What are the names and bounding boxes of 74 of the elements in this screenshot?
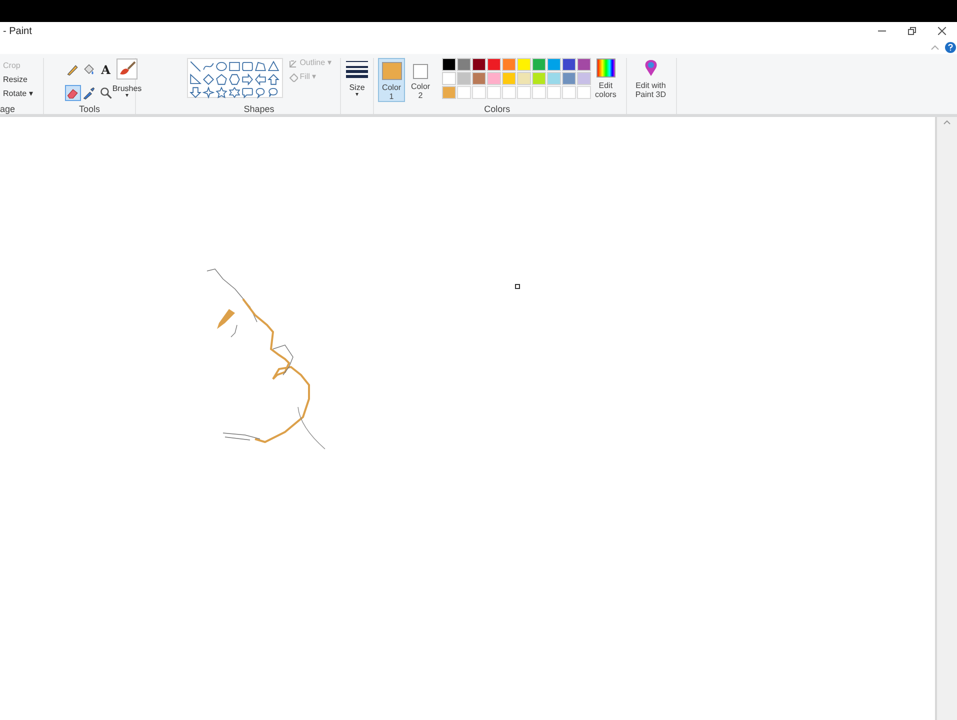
group-label: Colors [484,104,510,114]
close-icon [938,27,946,35]
color-slot[interactable]: Color 2 [407,58,434,102]
collapse-ribbon-icon[interactable] [931,44,939,50]
edit-colors-button[interactable]: Edit colors [595,58,616,99]
shape-icon[interactable] [240,60,254,73]
color-swatch[interactable] [547,58,561,71]
help-icon[interactable] [945,42,956,52]
brush-icon [116,58,138,80]
color-swatch[interactable] [472,72,486,85]
color-swatch[interactable] [442,72,456,85]
image-command[interactable]: Rotate ▾ [0,88,43,99]
color-swatch[interactable] [487,58,501,71]
shape-icon[interactable] [266,60,280,73]
paint-3d-button[interactable]: Edit with Paint 3D [635,58,666,99]
color-swatch[interactable] [577,72,591,85]
color-swatch[interactable] [562,58,576,71]
cursor-icon [515,284,520,289]
shape-icon[interactable] [202,73,215,86]
color-swatch[interactable] [517,72,531,85]
color-swatch[interactable] [442,58,456,71]
eraser-tool[interactable] [64,85,80,101]
minimize-icon [878,30,886,32]
shape-icon[interactable] [228,86,241,99]
shape-icon[interactable] [240,86,254,99]
color-swatch[interactable] [547,72,561,85]
group-label: Shapes [244,104,274,114]
picker-tool[interactable] [81,85,98,101]
shape-icon[interactable] [214,60,228,73]
text-tool[interactable]: A [98,62,114,78]
window-title: - Paint [3,24,33,38]
shape-icon[interactable] [214,73,228,86]
color-swatch[interactable] [502,72,516,85]
color-spectrum-icon [596,58,616,78]
color-swatch[interactable] [532,72,546,85]
shape-icon[interactable] [188,73,202,86]
shape-icon[interactable] [240,73,254,86]
shape-icon[interactable] [266,86,280,99]
line-weight-icon [346,60,368,78]
color-swatch[interactable] [562,72,576,85]
eyedropper-icon [82,86,96,100]
color-swatch[interactable] [457,58,471,71]
pencil-icon [66,63,80,77]
fill-icon [288,72,298,82]
color-swatch[interactable] [532,58,546,71]
shape-icon[interactable] [202,86,215,99]
shape-icon[interactable] [266,73,280,86]
magnifier-icon [98,86,113,100]
magnifier-tool[interactable] [98,85,114,101]
vertical-scrollbar[interactable] [935,117,957,720]
outline-icon [288,58,298,68]
color-swatch[interactable] [487,72,501,85]
color-swatch[interactable] [502,58,516,71]
paint-bucket-icon [82,63,96,77]
shape-icon[interactable] [228,60,241,73]
color-swatch[interactable] [472,58,486,71]
shape-icon[interactable] [188,60,202,73]
shape-icon[interactable] [188,86,202,99]
shape-icon[interactable] [202,60,215,73]
color-slot[interactable]: Color 1 [378,58,405,102]
color-swatch[interactable] [577,58,591,71]
group-label: age [0,104,16,114]
group-label: Tools [78,104,100,114]
scroll-up-icon[interactable] [943,119,951,125]
shape-icon[interactable] [254,73,267,86]
color-swatch[interactable] [517,58,531,71]
shape-icon[interactable] [254,60,267,73]
color-swatch[interactable] [442,86,456,99]
shape-icon[interactable] [214,86,228,99]
shape-icon[interactable] [228,73,241,86]
image-command[interactable]: Resize [0,74,43,85]
color-swatch[interactable] [457,72,471,85]
restore-icon [908,27,916,35]
shape-icon[interactable] [254,86,267,99]
